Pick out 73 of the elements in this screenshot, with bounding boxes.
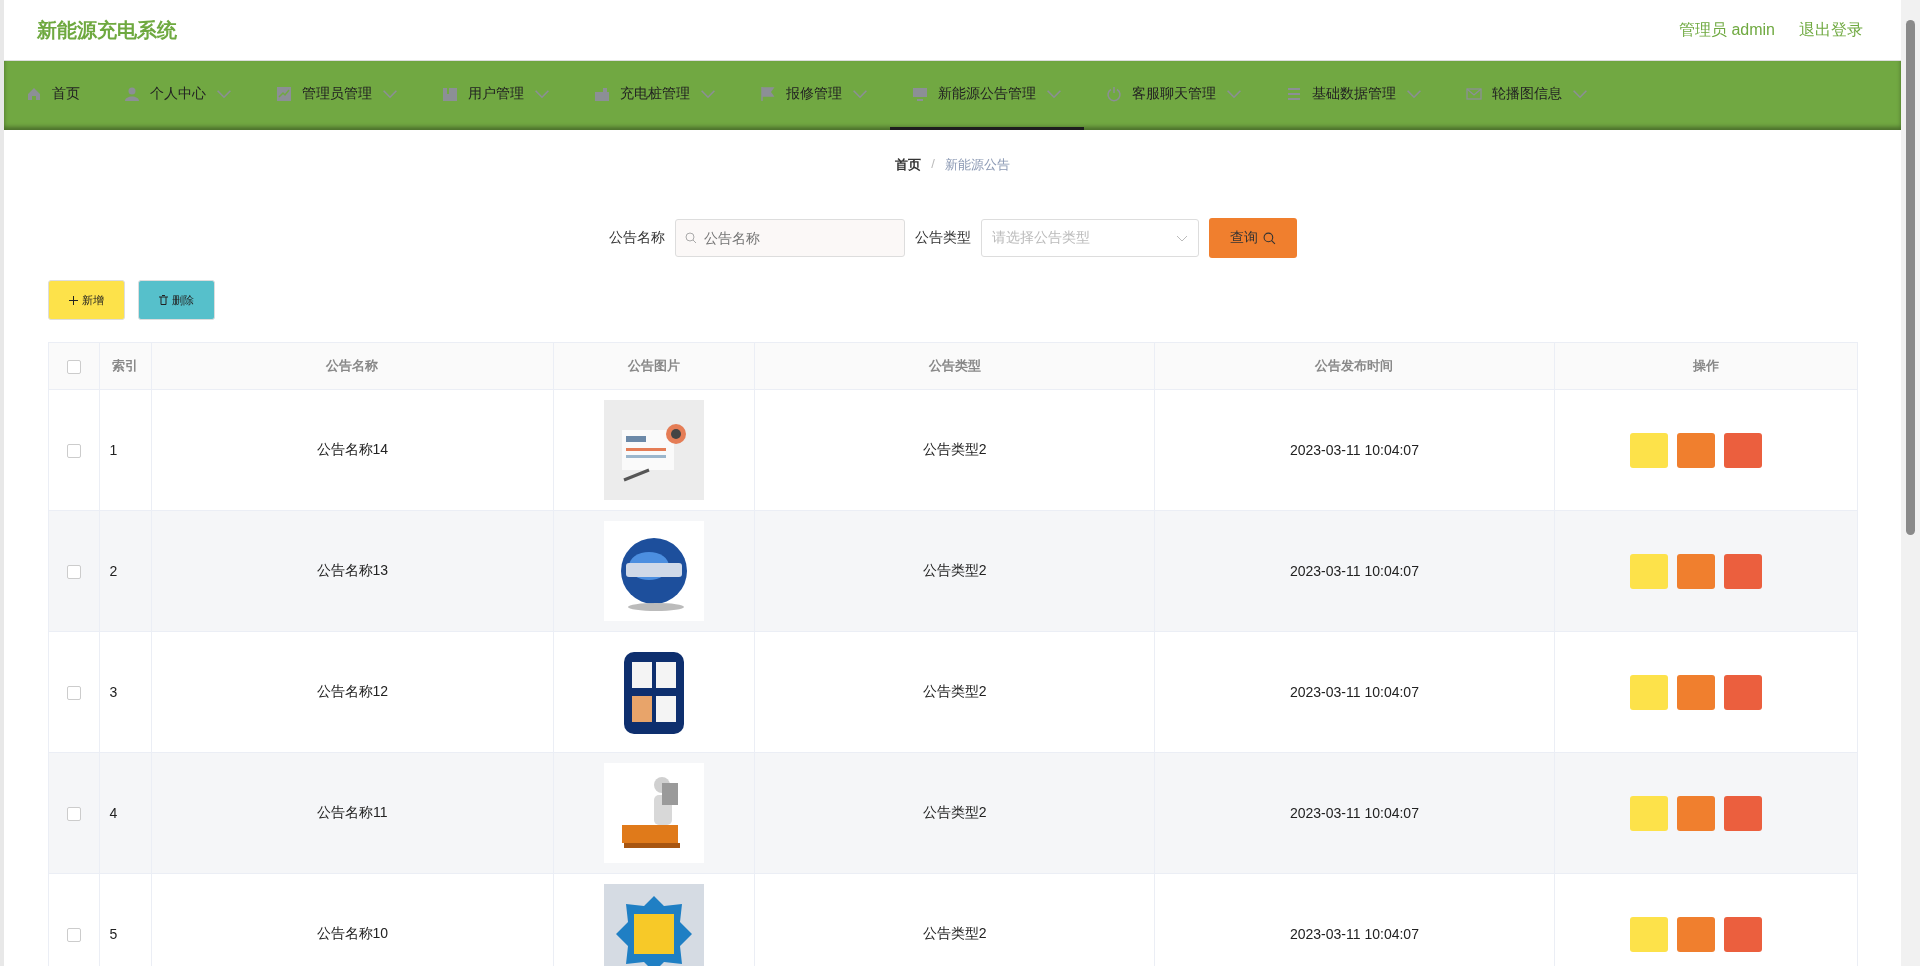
column-header: 操作 xyxy=(1554,342,1858,390)
checkbox[interactable] xyxy=(66,359,81,374)
person-icon xyxy=(124,86,140,102)
table-cell: 1 xyxy=(99,389,152,511)
table-cell: 2023-03-11 10:04:07 xyxy=(1154,752,1555,874)
app-title: 新能源充电系统 xyxy=(37,17,178,43)
search-icon xyxy=(1262,231,1276,245)
action-button[interactable] xyxy=(1724,916,1762,952)
nav-tab[interactable]: 管理员管理 xyxy=(254,61,420,130)
nav-tab[interactable]: 充电桩管理 xyxy=(572,61,738,130)
nav-tab[interactable]: 轮播图信息 xyxy=(1444,61,1610,130)
monitor-icon xyxy=(912,86,928,102)
nav-tab[interactable]: 新能源公告管理 xyxy=(890,61,1084,130)
field-label: 公告名称 xyxy=(608,229,665,247)
power-icon xyxy=(1106,86,1122,102)
user-link[interactable]: 管理员 admin xyxy=(1678,19,1775,41)
chevron-icon xyxy=(1175,234,1188,242)
table-cell: 公告名称14 xyxy=(151,389,554,511)
table-cell: 3 xyxy=(99,631,152,753)
column-header: 公告图片 xyxy=(553,342,755,390)
column-header: 公告类型 xyxy=(754,342,1155,390)
nav-tab[interactable]: 首页 xyxy=(4,61,102,130)
nav-tab[interactable]: 基础数据管理 xyxy=(1264,61,1444,130)
checkbox[interactable] xyxy=(66,686,81,701)
table-cell: 公告类型2 xyxy=(754,752,1155,874)
nav-tab[interactable]: 报修管理 xyxy=(738,61,890,130)
home-icon xyxy=(26,86,42,102)
action-button[interactable] xyxy=(1724,553,1762,589)
search-field[interactable]: 公告名称 xyxy=(674,219,905,257)
table-cell: 公告名称11 xyxy=(151,752,554,874)
trash-icon xyxy=(159,295,168,305)
breadcrumb-link[interactable]: 首页 xyxy=(895,156,922,174)
plus-icon xyxy=(69,295,78,305)
breadcrumb-separator: / xyxy=(931,156,935,173)
logout-link[interactable]: 退出登录 xyxy=(1799,19,1863,41)
table-cell: 2 xyxy=(99,510,152,632)
nav-tab[interactable]: 客服聊天管理 xyxy=(1084,61,1264,130)
checkbox[interactable] xyxy=(66,928,81,943)
field-label: 公告类型 xyxy=(914,229,971,247)
table-cell: 公告类型2 xyxy=(754,510,1155,632)
column-header: 公告名称 xyxy=(151,342,554,390)
list-icon xyxy=(1286,86,1302,102)
chart-icon xyxy=(276,86,292,102)
table-cell: 2023-03-11 10:04:07 xyxy=(1154,631,1555,753)
action-button[interactable] xyxy=(1677,553,1715,589)
action-button[interactable] xyxy=(1677,432,1715,468)
checkbox[interactable] xyxy=(66,565,81,580)
table-cell: 公告类型2 xyxy=(754,389,1155,511)
action-button[interactable] xyxy=(1677,916,1715,952)
column-header: 公告发布时间 xyxy=(1154,342,1555,390)
table-cell: 公告类型2 xyxy=(754,631,1155,753)
add-button[interactable]: 新增 xyxy=(48,280,125,320)
table-cell: 4 xyxy=(99,752,152,874)
checkbox[interactable] xyxy=(66,807,81,822)
table-cell: 公告名称12 xyxy=(151,631,554,753)
action-button[interactable] xyxy=(1724,674,1762,710)
flag-icon xyxy=(760,86,776,102)
breadcrumb-current: 新能源公告 xyxy=(944,156,1010,174)
nav-tab[interactable]: 用户管理 xyxy=(420,61,572,130)
column-header: 索引 xyxy=(99,342,152,390)
scrollbar[interactable] xyxy=(1901,0,1920,966)
table-cell: 2023-03-11 10:04:07 xyxy=(1154,510,1555,632)
table-cell: 2023-03-11 10:04:07 xyxy=(1154,389,1555,511)
action-button[interactable] xyxy=(1724,795,1762,831)
mail-icon xyxy=(1466,86,1482,102)
query-button[interactable]: 查询 xyxy=(1208,218,1297,258)
nav-tab[interactable]: 个人中心 xyxy=(102,61,254,130)
action-button[interactable] xyxy=(1677,674,1715,710)
action-button[interactable] xyxy=(1724,432,1762,468)
action-button[interactable] xyxy=(1677,795,1715,831)
checkbox[interactable] xyxy=(66,444,81,459)
table-cell: 公告名称13 xyxy=(151,510,554,632)
delete-button[interactable]: 删除 xyxy=(138,280,215,320)
